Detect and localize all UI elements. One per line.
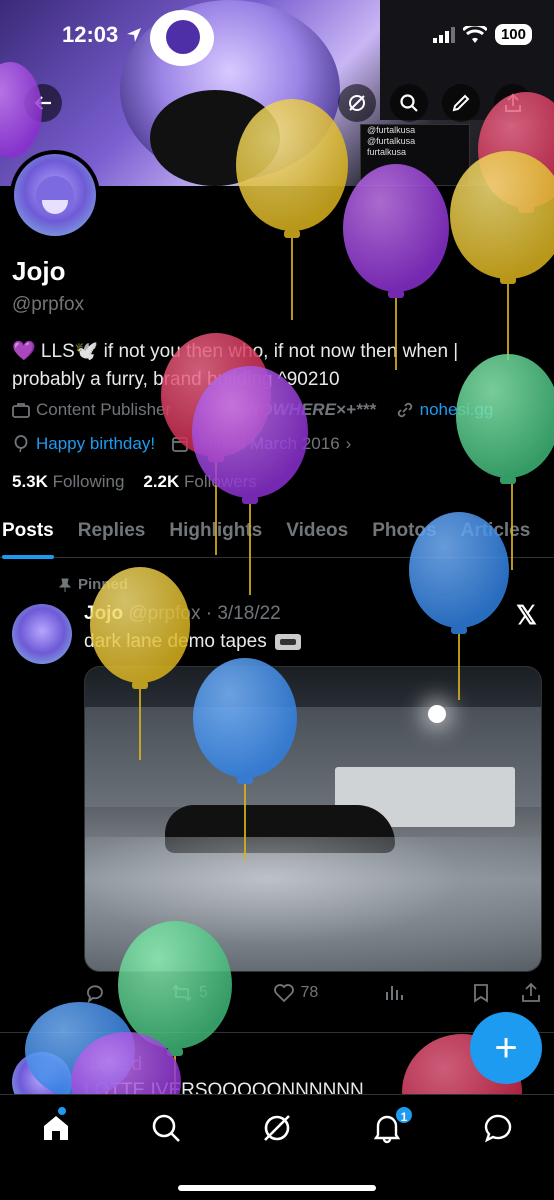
post-text: dark lane demo tapes: [84, 631, 301, 653]
tab-photos[interactable]: Photos: [372, 514, 436, 558]
profile-bio: 💜 LLS🕊️ if not you then who, if not now …: [12, 341, 459, 390]
like-button[interactable]: 78: [273, 982, 318, 1004]
views-chart-icon: [386, 986, 404, 1000]
search-button[interactable]: [390, 84, 428, 122]
notifications-badge: 1: [394, 1105, 414, 1125]
pinned-label: Pinned: [58, 576, 128, 593]
post-date: · 3/18/22: [205, 603, 281, 624]
profile-tabs: Posts Replies Highlights Videos Photos A…: [0, 514, 554, 559]
profile-name: Jojo: [12, 256, 66, 286]
status-bar: 12:03 100: [0, 0, 554, 70]
back-arrow-icon: [34, 96, 51, 110]
heart-icon: [273, 984, 294, 1003]
tab-replies[interactable]: Replies: [78, 514, 146, 558]
post-author-handle[interactable]: @prpfox: [128, 603, 200, 624]
profile-handle: @prpfox: [12, 294, 85, 315]
x-logo-icon: 𝕏: [516, 600, 537, 630]
calendar-icon: [172, 437, 188, 452]
post-actions: 5 78: [84, 982, 542, 1004]
repost-icon: [172, 984, 192, 1002]
home-indicator: [178, 1185, 376, 1191]
banner-box: @furtalkusa @furtalkusa furtalkusa: [360, 124, 470, 186]
nav-home[interactable]: [39, 1111, 73, 1145]
post-header: Jojo @prpfox · 3/18/22: [84, 603, 281, 625]
balloon-icon: [14, 435, 28, 453]
banner-fursuit-nose: [150, 90, 280, 186]
location-arrow-icon: [127, 28, 141, 42]
tab-highlights[interactable]: Highlights: [169, 514, 262, 558]
following-link[interactable]: 5.3K Following: [12, 472, 124, 491]
edit-button[interactable]: [442, 84, 480, 122]
home-unread-dot: [58, 1107, 66, 1115]
job-extra: NOWHERE×+***: [247, 400, 376, 419]
search-icon: [152, 1114, 180, 1142]
grok-icon: [349, 95, 365, 111]
repost-button[interactable]: 5: [171, 982, 208, 1004]
tab-articles[interactable]: Articles: [461, 514, 531, 558]
tab-posts[interactable]: Posts: [2, 514, 54, 559]
bookmark-share-group: [470, 982, 542, 1004]
tab-videos[interactable]: Videos: [286, 514, 348, 558]
signal-icon: [432, 26, 455, 43]
pencil-icon: [452, 94, 470, 112]
pin-icon: [58, 578, 72, 592]
battery-indicator: 100: [494, 24, 532, 45]
cassette-tape-icon: [274, 634, 301, 650]
joined-date: Joined March 2016: [195, 434, 340, 453]
grok-icon: [264, 1115, 290, 1141]
views-button[interactable]: [383, 982, 405, 1004]
grok-button[interactable]: [338, 84, 376, 122]
post-divider: [0, 1032, 554, 1033]
reply-button[interactable]: [84, 982, 106, 1004]
share-button[interactable]: [494, 84, 532, 122]
wifi-icon: [462, 25, 487, 43]
status-time: 12:03: [62, 22, 119, 47]
website-link[interactable]: nohesi.gg: [420, 400, 494, 420]
home-icon: [44, 1116, 68, 1140]
profile-avatar[interactable]: [10, 150, 100, 240]
post-avatar[interactable]: [12, 604, 72, 664]
share-icon[interactable]: [520, 982, 542, 1004]
nav-grok[interactable]: [260, 1111, 294, 1145]
birthday-link[interactable]: Happy birthday!: [36, 434, 155, 454]
chevron-right-icon[interactable]: ›: [346, 434, 352, 454]
followers-link[interactable]: 2.2K Followers: [143, 472, 256, 491]
message-icon: [484, 1114, 512, 1143]
bottom-nav: 1: [0, 1094, 554, 1200]
post-header-second: ox · 1d: [84, 1054, 143, 1075]
job-label: Content Publisher: [36, 400, 172, 419]
follow-stats: 5.3K Following 2.2K Followers: [12, 472, 257, 492]
nav-messages[interactable]: [481, 1111, 515, 1145]
nav-search[interactable]: [149, 1111, 183, 1145]
reply-icon: [87, 985, 103, 1004]
link-icon: [397, 402, 412, 418]
back-button[interactable]: [24, 84, 62, 122]
search-icon: [400, 94, 418, 112]
post-media-image[interactable]: [84, 666, 542, 972]
bookmark-icon[interactable]: [470, 982, 492, 1004]
post-author-name[interactable]: Jojo: [84, 603, 123, 624]
profile-meta-job: Content Publisher NOWHERE×+*** nohesi.gg: [12, 400, 493, 420]
briefcase-icon: [12, 403, 30, 418]
status-icons: 100: [432, 24, 532, 45]
profile-meta-dates: Happy birthday! Joined March 2016 ›: [12, 434, 351, 454]
compose-post-button[interactable]: +: [470, 1012, 542, 1084]
share-icon: [505, 93, 521, 112]
